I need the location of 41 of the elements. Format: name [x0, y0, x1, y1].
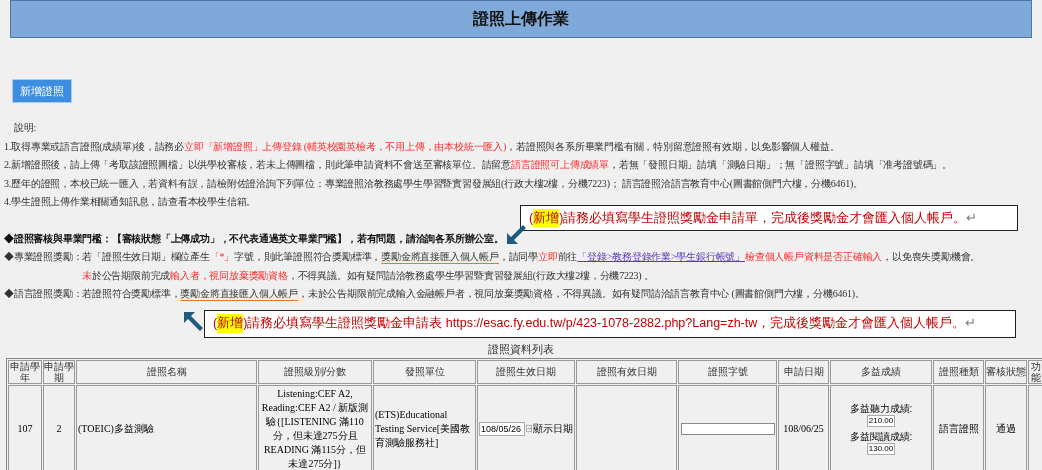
column-header: 證照級別/分數	[258, 359, 372, 384]
notes-heading: 說明:	[13, 121, 37, 136]
rule-line: ◆語言證照獎勵：若證照符合獎勵標準，獎勵金將直接匯入個人帳戶，未於公告期限前完成輸入金融帳戶者，視同放棄獎勵資格，不得異議。如有疑問請洽語言教育中心 (圖書館側門六樓，分機6461)。	[4, 287, 865, 302]
image-alt-text: 顯示日期	[533, 422, 573, 437]
column-header: 證照生效日期	[477, 359, 575, 384]
note-line: 1.取得專業或語言證照(成績單)後，請務必立即「新增證照」上傳登錄 (輔英校園英檢考，不用上傳，由本校統一匯入)，若證照與各系所畢業門檻有關，特別留意證照有效期，以免影響個人權益。	[4, 139, 840, 154]
column-header: 申請學年	[8, 359, 42, 384]
table-cell: (ETS)Educational Testing Service[美國教育測驗服務社]	[373, 384, 476, 470]
column-header: 功能	[1028, 359, 1042, 384]
score-label: 多益聽力成績:	[849, 402, 913, 415]
column-header: 證照字號	[678, 359, 777, 384]
table-cell: 2	[43, 384, 75, 470]
note-line: 2.新增證照後，請上傳「考取該證照圖檔」以供學校審核，若未上傳圖檔，則此筆申請資料不會送至審核單位。請留意語言證照可上傳成績單，若無「發照日期」請填「測驗日期」；無「證照字號」請填「准考證號碼」。	[4, 158, 952, 173]
note-line: 3.歷年的證照，本校已統一匯入，若資料有誤，請檢附佐證洽詢下列單位：專業證照洽教務處學生學習暨實習發展組(行政大樓2樓，分機7223)； 語言證照洽語言教育中心(圖書館側門六樓，分機6461)。	[4, 176, 863, 191]
column-header: 申請學期	[43, 359, 75, 384]
column-header: 多益成績	[830, 359, 932, 384]
table-cell: (TOEIC)多益測驗	[76, 384, 257, 470]
date-field[interactable]: 108/05/26	[479, 421, 525, 436]
column-header: 申請日期	[778, 359, 829, 384]
table-cell: 通過	[985, 384, 1027, 470]
note-line: 4.學生證照上傳作業相關通知訊息，請查看本校學生信箱。	[4, 195, 257, 210]
rule-line: ◆證照審核與畢業門檻：【審核狀態「上傳成功」，不代表通過英文畢業門檻】，若有問題，請洽詢各系所辦公室。	[4, 231, 504, 246]
column-header: 證照名稱	[76, 359, 257, 384]
table-caption: 證照資料列表	[488, 341, 554, 356]
link[interactable]: 「登錄>教務登錄作業>學生銀行帳號」	[577, 251, 745, 263]
rule-line: ◆專業證照獎勵：若「證照生效日期」欄位產生「*」字號，則此筆證照符合獎勵標準，獎勵金將直接匯入個人帳戶，請同學立即前往「登錄>教務登錄作業>學生銀行帳號」檢查個人帳戶資料是否正確輸入，以免喪失獎勵機會。	[4, 250, 981, 265]
rule-line: 未於公告期限前完成輸入者，視同放棄獎勵資格，不得異議。如有疑問請洽教務處學生學習暨實習發展組(行政大樓2樓，分機7223) 。	[81, 268, 654, 283]
score-field[interactable]: 210.00	[867, 414, 895, 427]
column-header: 審核狀態	[985, 359, 1027, 384]
page-title: 證照上傳作業	[473, 9, 569, 29]
broken-image-icon	[526, 424, 532, 434]
table-cell: 107	[8, 384, 42, 470]
table-cell: 語言證照	[933, 384, 984, 470]
column-header: 發照單位	[373, 359, 476, 384]
column-header: 證照種類	[933, 359, 984, 384]
text-field[interactable]	[680, 422, 775, 435]
score-label: 多益閱讀成績:	[849, 430, 913, 443]
column-header: 證照有效日期	[576, 359, 677, 384]
table-cell: Listening:CEF A2, Reading:CEF A2 / 新版測驗{[LISTENING 滿110分，但未達275分且READING 滿115分，但未達275分]}	[258, 384, 372, 470]
table-cell: 108/06/25	[778, 384, 829, 470]
score-field[interactable]: 130.00	[867, 442, 895, 455]
